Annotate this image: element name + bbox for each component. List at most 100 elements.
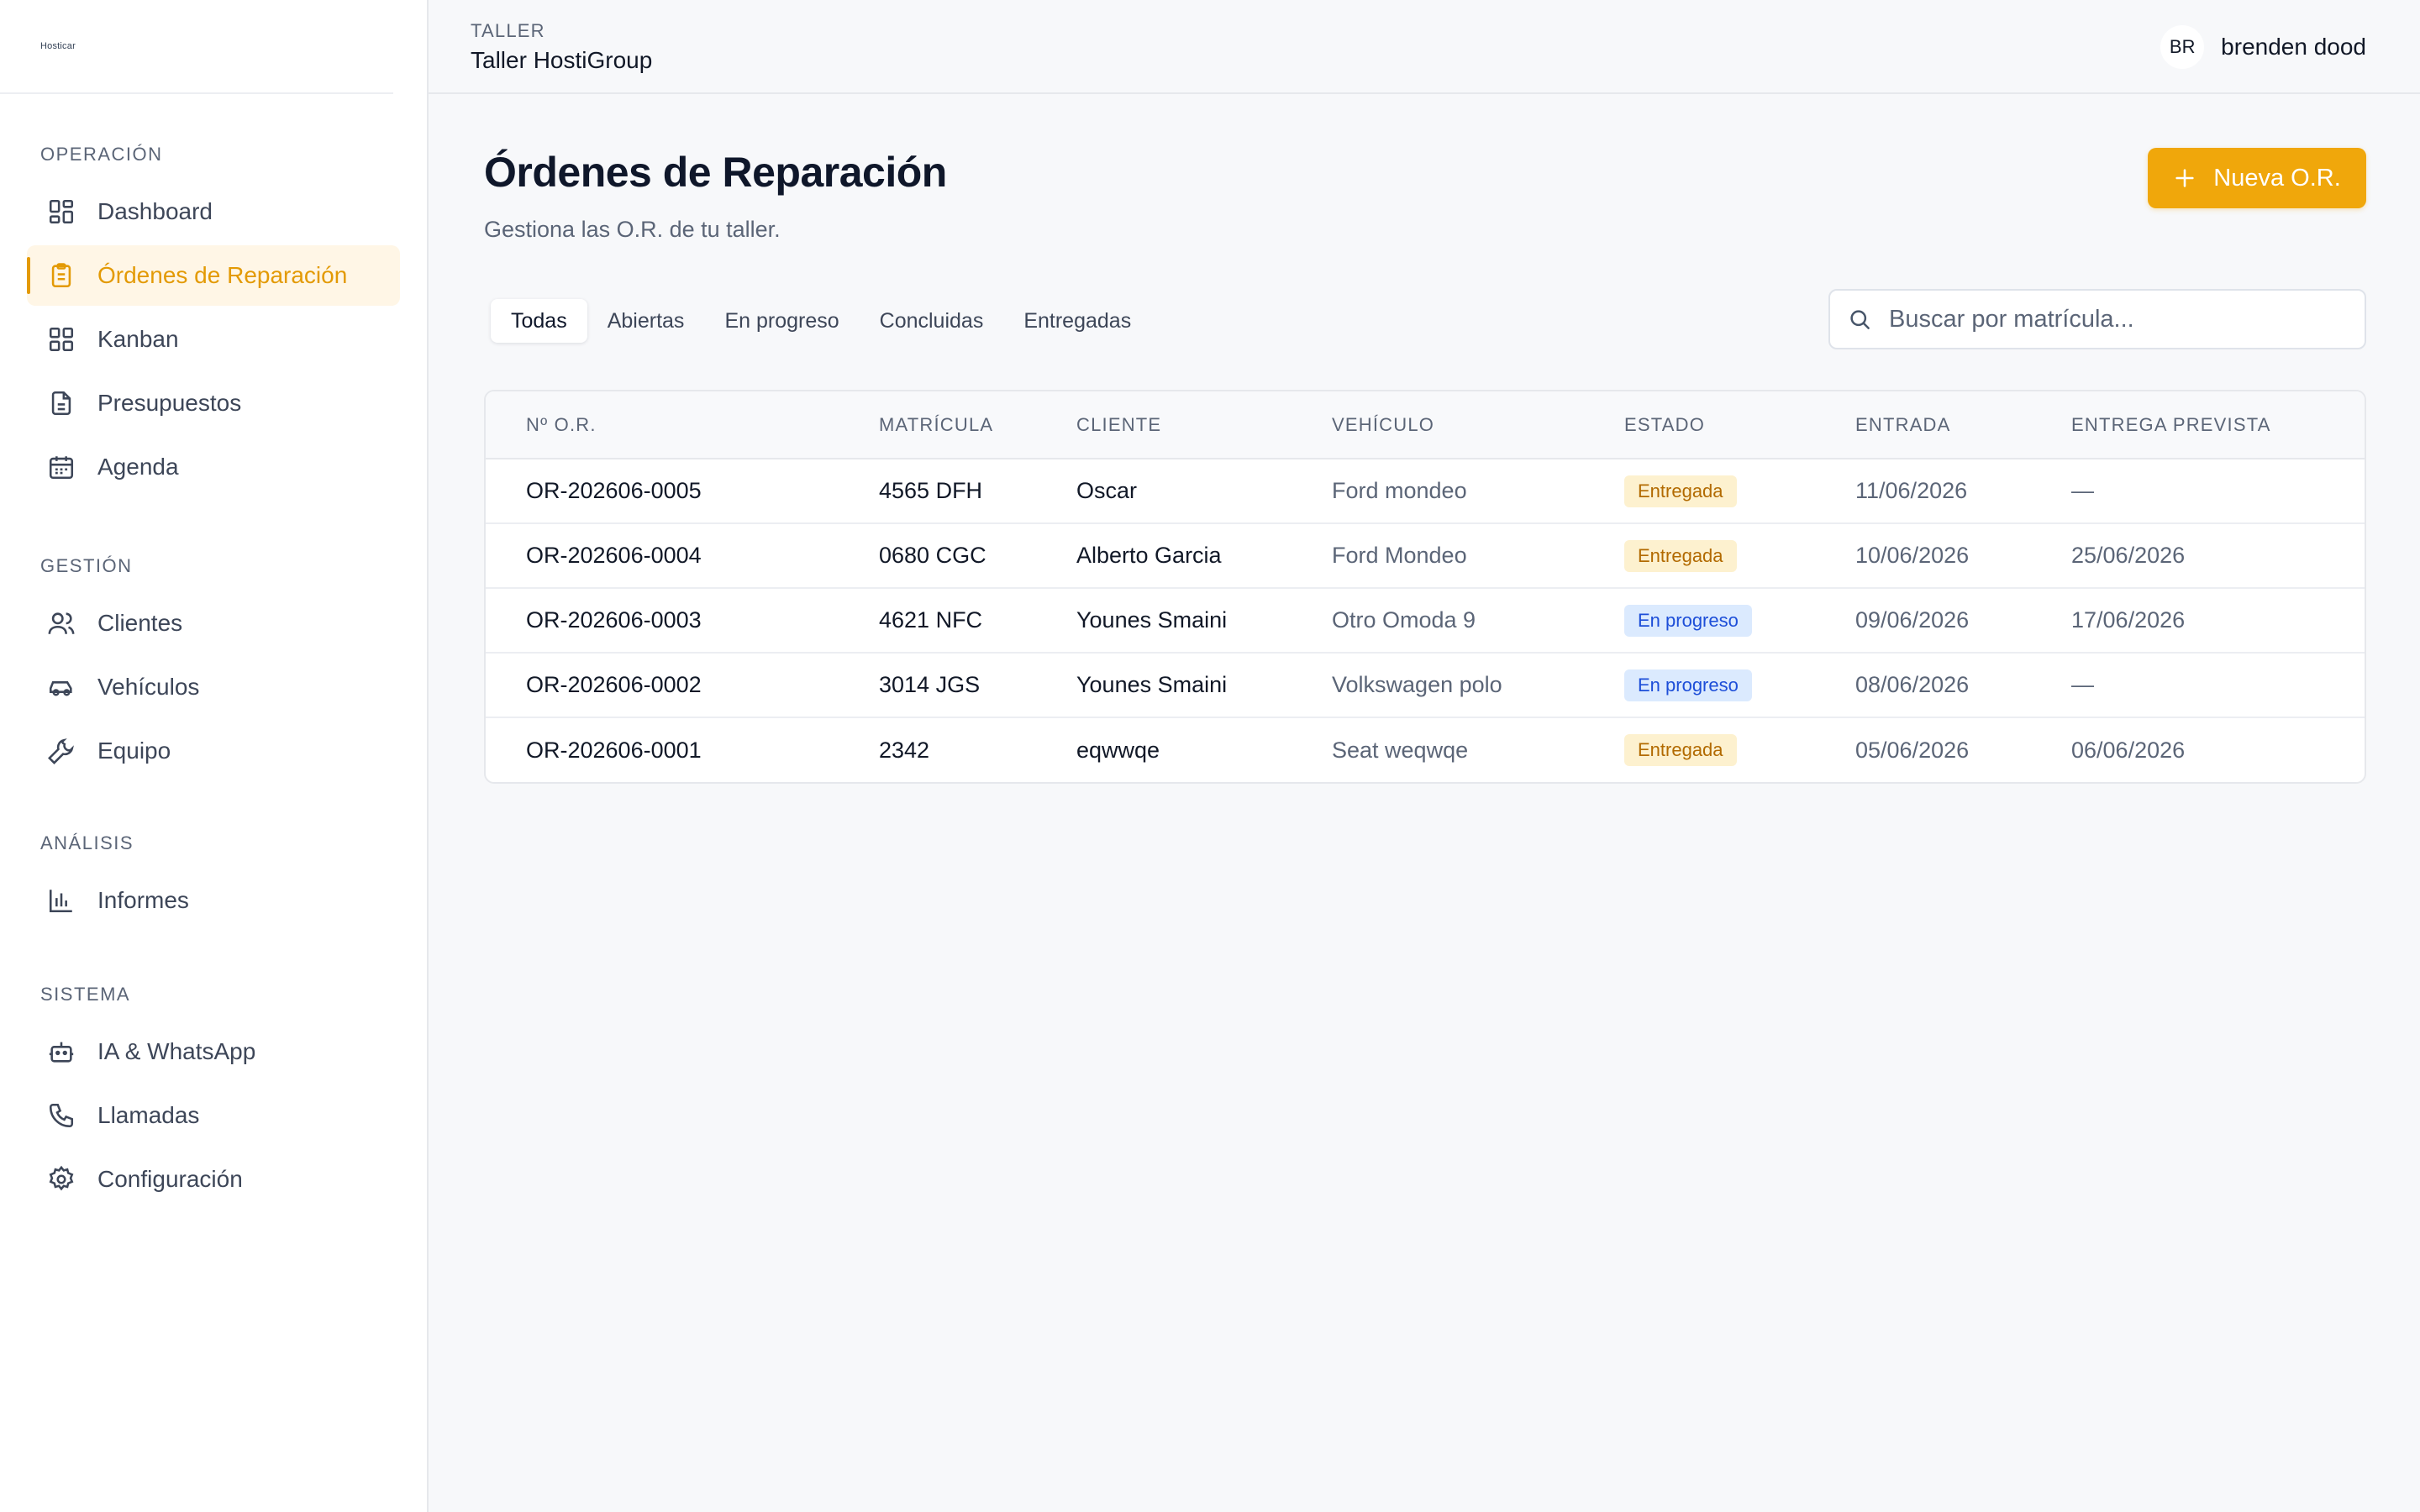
calendar-icon [47, 453, 76, 481]
orders-table: Nº O.R. MATRÍCULA CLIENTE VEHÍCULO ESTAD… [484, 390, 2366, 784]
cell-estado: Entregada [1624, 717, 1855, 782]
cell-matricula: 0680 CGC [879, 543, 986, 568]
sidebar-item-label: Presupuestos [97, 390, 242, 416]
cell-matricula: 4621 NFC [879, 607, 983, 633]
cell-entrada: 08/06/2026 [1855, 672, 1970, 697]
nav-section-sistema: SISTEMA IA & WhatsApp Llamadas Configura… [0, 978, 427, 1210]
cell-cliente: Younes Smaini [1076, 672, 1228, 697]
new-order-label: Nueva O.R. [2213, 164, 2341, 192]
search-icon [1850, 310, 1870, 329]
tab-todas[interactable]: Todas [491, 299, 587, 343]
cell-entrada: 05/06/2026 [1855, 737, 1970, 763]
column-header-entrada[interactable]: ENTRADA [1855, 391, 2071, 459]
cell-estado: Entregada [1624, 459, 1855, 523]
sidebar-item-presupuestos[interactable]: Presupuestos [27, 373, 400, 433]
sidebar-item-kanban[interactable]: Kanban [27, 309, 400, 370]
brand: Hosticar [0, 0, 393, 94]
nav-section-gestion: GESTIÓN Clientes Vehículos Equipo [0, 549, 427, 781]
tab-entregadas[interactable]: Entregadas [1003, 299, 1151, 343]
sidebar-item-label: Vehículos [97, 674, 200, 700]
sidebar-item-informes[interactable]: Informes [27, 870, 400, 931]
table-row[interactable]: OR-202606-0005 4565 DFH Oscar Ford monde… [486, 459, 2365, 523]
cell-numero[interactable]: OR-202606-0005 [486, 459, 879, 523]
table-header-row: Nº O.R. MATRÍCULA CLIENTE VEHÍCULO ESTAD… [486, 391, 2365, 459]
sidebar-item-label: IA & WhatsApp [97, 1038, 256, 1064]
cell-entrega-prevista: 06/06/2026 [2071, 737, 2186, 763]
cell-entrega-prevista: 25/06/2026 [2071, 543, 2186, 568]
plus-icon [2175, 169, 2194, 187]
sidebar-item-ordenes[interactable]: Órdenes de Reparación [27, 245, 400, 306]
cell-estado: En progreso [1624, 588, 1855, 653]
cell-vehiculo: Seat weqwqe [1332, 737, 1469, 763]
sidebar-item-llamadas[interactable]: Llamadas [27, 1085, 400, 1146]
cell-entrega-prevista: — [2071, 672, 2094, 697]
sidebar-item-label: Informes [97, 887, 189, 913]
cell-numero[interactable]: OR-202606-0002 [486, 653, 879, 717]
status-badge: En progreso [1624, 604, 1752, 637]
tab-concluidas[interactable]: Concluidas [860, 299, 1004, 343]
sidebar-item-ia-whatsapp[interactable]: IA & WhatsApp [27, 1021, 400, 1082]
status-badge: Entregada [1624, 539, 1737, 572]
cell-vehiculo: Otro Omoda 9 [1332, 607, 1476, 633]
cell-numero[interactable]: OR-202606-0004 [486, 523, 879, 588]
document-icon [47, 389, 76, 417]
table-row[interactable]: OR-202606-0002 3014 JGS Younes Smaini Vo… [486, 653, 2365, 717]
table-row[interactable]: OR-202606-0003 4621 NFC Younes Smaini Ot… [486, 588, 2365, 653]
sidebar-item-label: Equipo [97, 738, 171, 764]
column-header-estado[interactable]: ESTADO [1624, 391, 1855, 459]
sidebar-item-equipo[interactable]: Equipo [27, 721, 400, 781]
sidebar-item-label: Kanban [97, 326, 179, 352]
page-subtitle: Gestiona las O.R. de tu taller. [484, 217, 781, 242]
cell-entrada: 10/06/2026 [1855, 543, 1970, 568]
nav-heading: ANÁLISIS [40, 832, 134, 853]
avatar[interactable]: BR [2160, 25, 2205, 69]
table-row[interactable]: OR-202606-0004 0680 CGC Alberto Garcia F… [486, 523, 2365, 588]
nav-heading: OPERACIÓN [40, 144, 163, 165]
column-header-entrega-prevista[interactable]: ENTREGA PREVISTA [2071, 391, 2365, 459]
sidebar-item-configuracion[interactable]: Configuración [27, 1149, 400, 1210]
column-header-vehiculo[interactable]: VEHÍCULO [1332, 391, 1624, 459]
tab-en-progreso[interactable]: En progreso [704, 299, 859, 343]
nav-section-operacion: OPERACIÓN Dashboard Órdenes de Reparació… [0, 138, 427, 497]
nav-section-analisis: ANÁLISIS Informes [0, 827, 427, 931]
column-header-matricula[interactable]: MATRÍCULA [879, 391, 1076, 459]
cell-cliente: Oscar [1076, 478, 1138, 503]
cell-entrada: 11/06/2026 [1855, 478, 1968, 503]
sidebar-item-dashboard[interactable]: Dashboard [27, 181, 400, 242]
column-header-numero[interactable]: Nº O.R. [486, 391, 879, 459]
sidebar-item-label: Clientes [97, 610, 183, 636]
user-menu[interactable]: BR brenden dood [2160, 25, 2366, 69]
cell-entrega-prevista: — [2071, 478, 2094, 503]
table-row[interactable]: OR-202606-0001 2342 eqwwqe Seat weqwqe E… [486, 717, 2365, 782]
sidebar: Hosticar OPERACIÓN Dashboard Órdenes de … [0, 0, 429, 1512]
search-box[interactable] [1828, 289, 2366, 349]
user-name: brenden dood [2221, 34, 2366, 60]
sidebar-item-label: Órdenes de Reparación [97, 262, 348, 288]
bar-chart-icon [47, 886, 76, 915]
workspace-name: Taller HostiGroup [471, 47, 653, 73]
cell-matricula: 3014 JGS [879, 672, 981, 697]
cell-vehiculo: Ford mondeo [1332, 478, 1467, 503]
sidebar-item-vehiculos[interactable]: Vehículos [27, 657, 400, 717]
sidebar-item-agenda[interactable]: Agenda [27, 437, 400, 497]
bot-icon [47, 1037, 76, 1066]
phone-icon [47, 1101, 76, 1130]
cell-cliente: Younes Smaini [1076, 607, 1228, 633]
new-order-button[interactable]: Nueva O.R. [2148, 148, 2366, 208]
search-input[interactable] [1889, 305, 2360, 333]
workspace-label: TALLER [471, 20, 545, 41]
page-title: Órdenes de Reparación [484, 149, 947, 196]
cell-numero[interactable]: OR-202606-0001 [486, 717, 879, 782]
cell-matricula: 2342 [879, 737, 930, 763]
dashboard-icon [47, 197, 76, 226]
cell-vehiculo: Volkswagen polo [1332, 672, 1502, 697]
brand-logo[interactable]: Hosticar [40, 41, 76, 51]
car-icon [47, 673, 76, 701]
cell-cliente: Alberto Garcia [1076, 543, 1222, 568]
nav-heading: GESTIÓN [40, 555, 133, 576]
sidebar-item-clientes[interactable]: Clientes [27, 593, 400, 654]
users-icon [47, 609, 76, 638]
tab-abiertas[interactable]: Abiertas [587, 299, 705, 343]
column-header-cliente[interactable]: CLIENTE [1076, 391, 1332, 459]
cell-numero[interactable]: OR-202606-0003 [486, 588, 879, 653]
